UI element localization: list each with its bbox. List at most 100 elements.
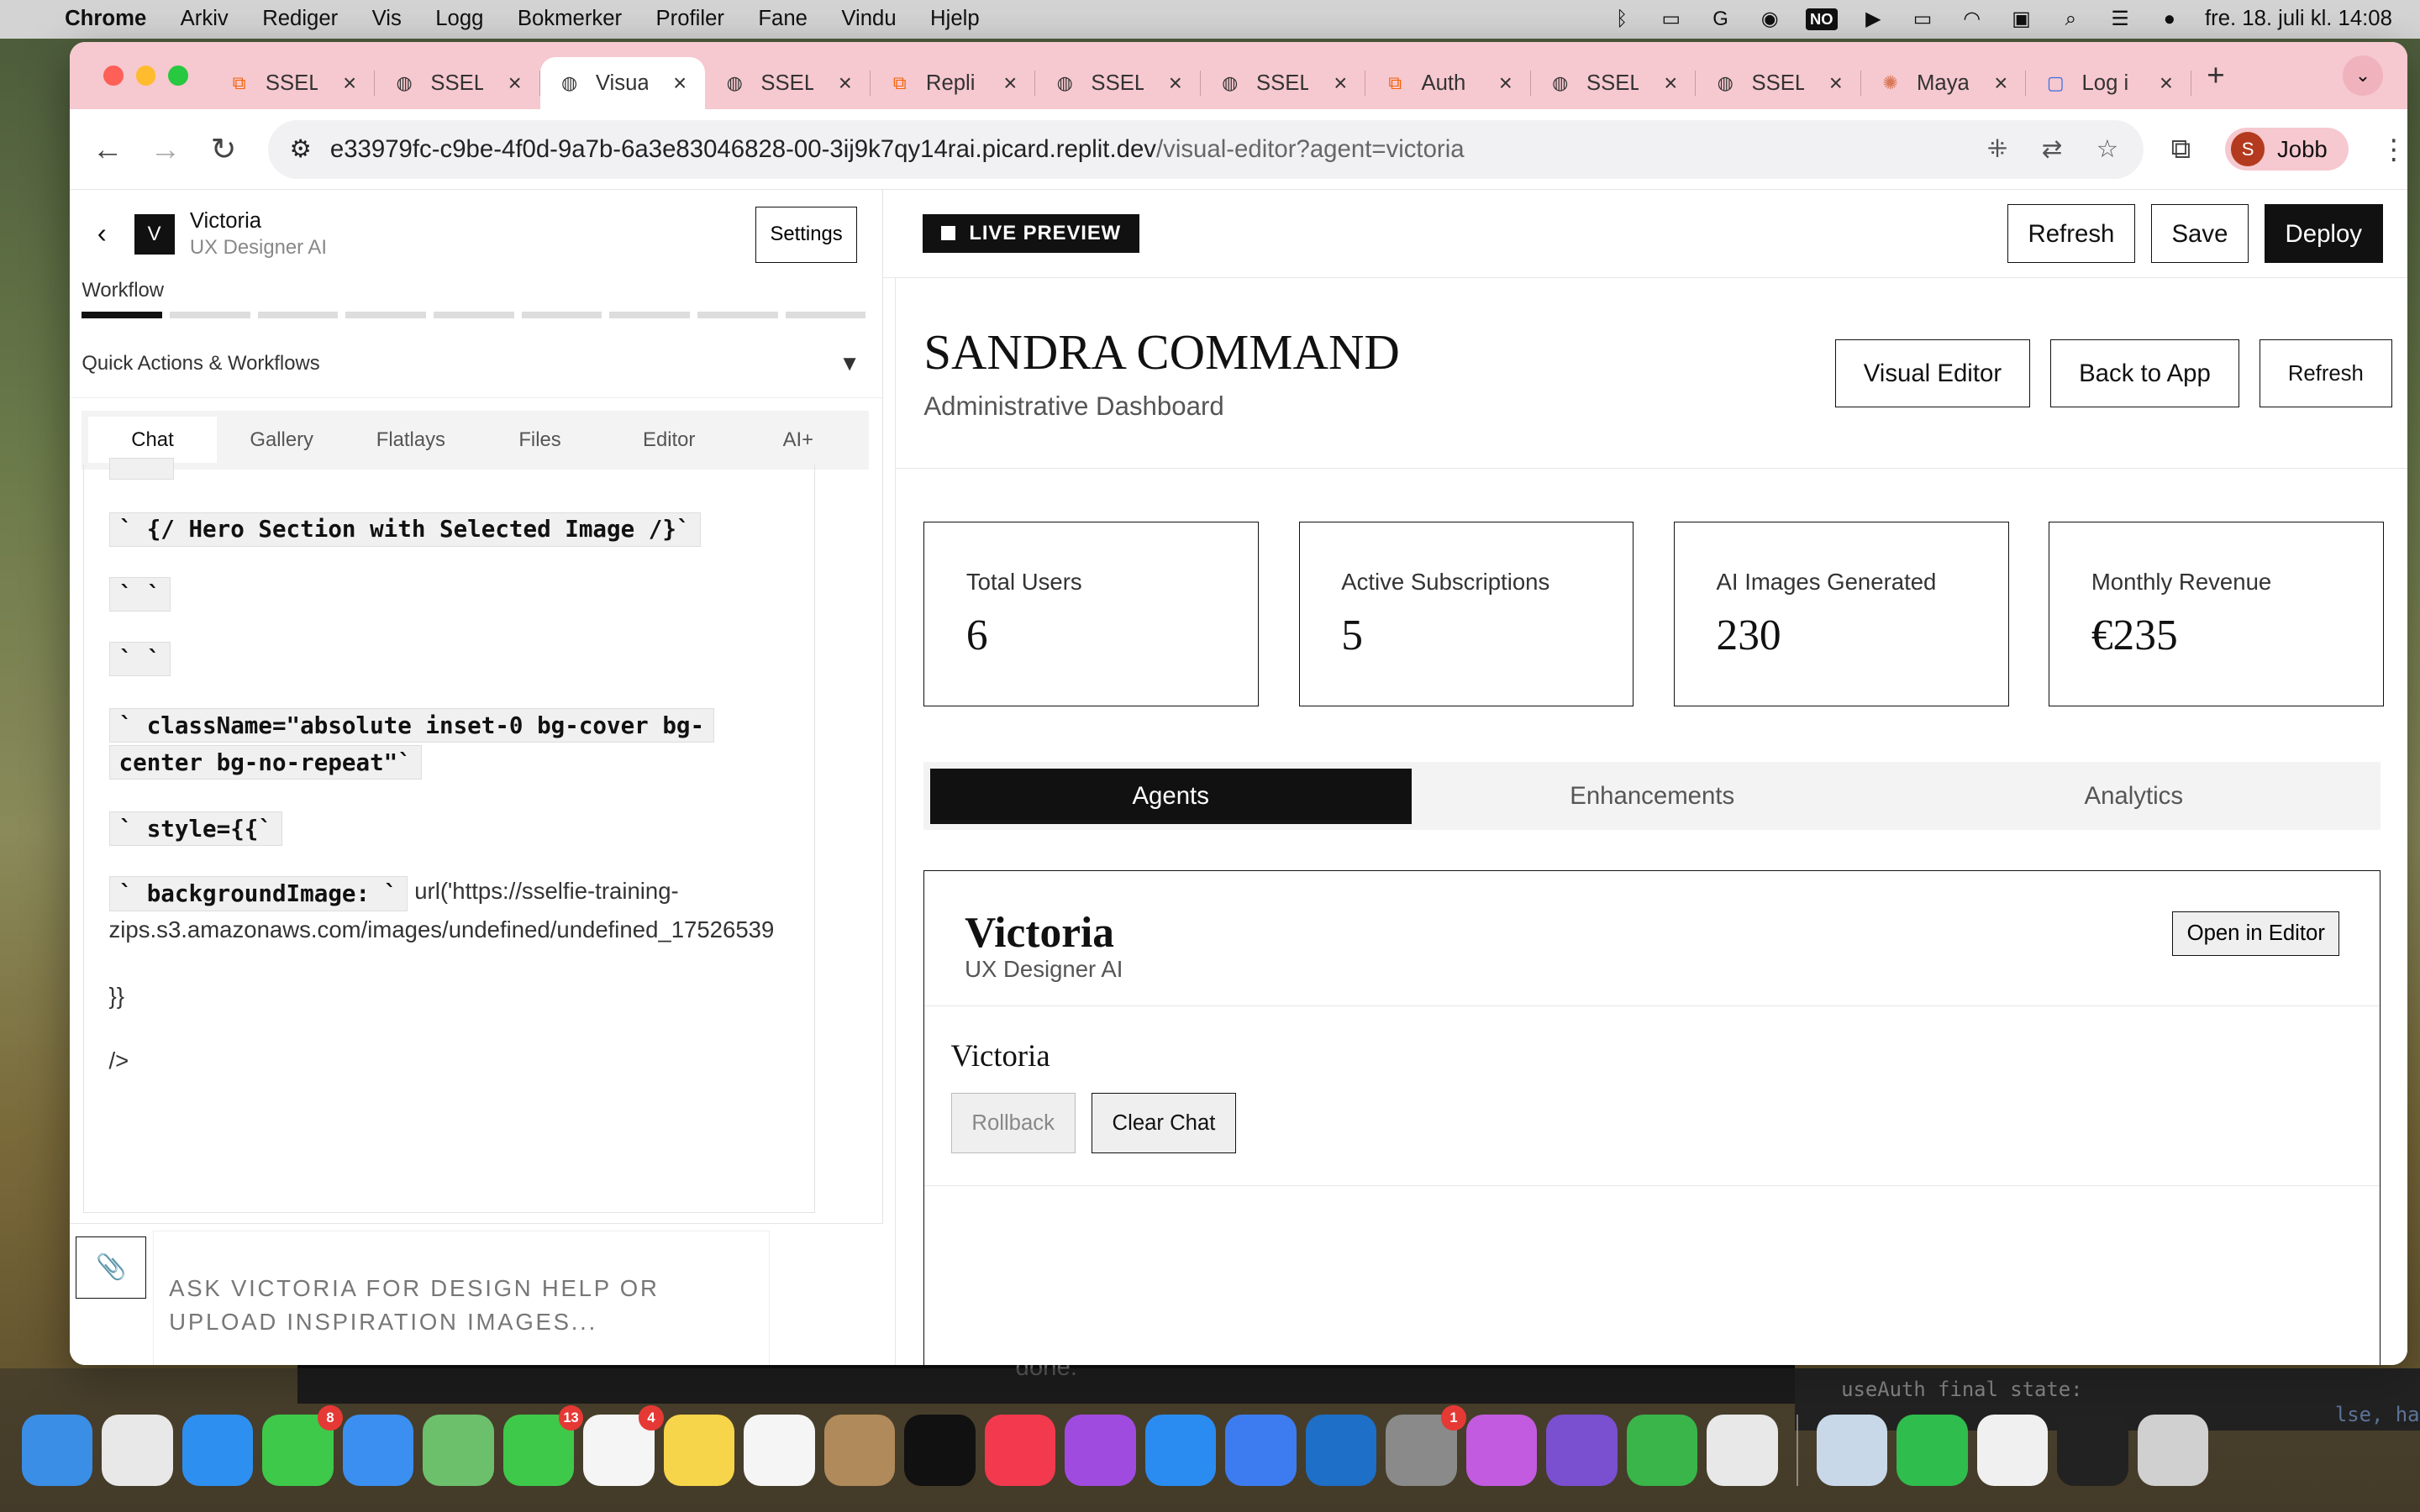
tab-editor[interactable]: Editor xyxy=(604,417,734,463)
battery-icon[interactable]: ▭ xyxy=(1909,8,1937,30)
menu-item[interactable]: Profiler xyxy=(656,7,724,31)
bookmark-star-icon[interactable]: ☆ xyxy=(2096,134,2118,164)
cast-icon[interactable]: ▭ xyxy=(1657,8,1685,30)
close-tab-icon[interactable]: × xyxy=(673,70,687,97)
forward-arrow-icon[interactable]: → xyxy=(137,132,195,167)
menu-item[interactable]: Vis xyxy=(372,7,402,31)
tab-search-icon[interactable]: ⌄ xyxy=(2343,55,2383,96)
minimize-window-icon[interactable] xyxy=(135,66,156,86)
close-tab-icon[interactable]: × xyxy=(839,70,852,97)
browser-tab[interactable]: ✺ Maya × xyxy=(1861,57,2027,109)
menu-item[interactable]: Rediger xyxy=(262,7,338,31)
tab-flatlays[interactable]: Flatlays xyxy=(346,417,476,463)
tab-ai-plus[interactable]: AI+ xyxy=(734,417,863,463)
dropdown-arrow-icon[interactable]: ▼ xyxy=(839,352,860,376)
menu-item[interactable]: Logg xyxy=(435,7,483,31)
url-text[interactable]: e33979fc-c9be-4f0d-9a7b-6a3e83046828-00-… xyxy=(330,135,1465,164)
extensions-icon[interactable]: ⧉ xyxy=(2171,134,2191,165)
browser-tab[interactable]: ⧉ SSEL × xyxy=(210,57,376,109)
zoom-window-icon[interactable] xyxy=(168,66,189,86)
podcasts-icon[interactable] xyxy=(1065,1415,1136,1486)
dashboard-refresh-button[interactable]: Refresh xyxy=(2259,339,2392,407)
clear-chat-button[interactable]: Clear Chat xyxy=(1091,1093,1237,1153)
workflow-step[interactable] xyxy=(521,312,602,318)
tab-files[interactable]: Files xyxy=(476,417,605,463)
workflow-step[interactable] xyxy=(785,312,866,318)
profile-button[interactable]: S Jobb xyxy=(2224,127,2349,171)
menu-app-name[interactable]: Chrome xyxy=(65,7,146,31)
deploy-button[interactable]: Deploy xyxy=(2264,203,2383,263)
address-bar[interactable]: ⚙ e33979fc-c9be-4f0d-9a7b-6a3e83046828-0… xyxy=(267,119,2144,179)
chat-messages[interactable]: ` {/ Hero Section with Selected Image /}… xyxy=(83,458,815,1213)
browser-tab[interactable]: ◍ SSEL × xyxy=(1531,57,1697,109)
close-window-icon[interactable] xyxy=(103,66,124,86)
preview-icon[interactable] xyxy=(1816,1415,1888,1486)
close-tab-icon[interactable]: × xyxy=(1994,70,2007,97)
menu-item[interactable]: Bokmerker xyxy=(518,7,622,31)
close-tab-icon[interactable]: × xyxy=(1003,70,1017,97)
input-source-icon[interactable]: NO xyxy=(1805,8,1839,30)
refresh-button[interactable]: Refresh xyxy=(2007,203,2136,263)
reload-icon[interactable]: ↻ xyxy=(195,131,253,167)
freeform-icon[interactable] xyxy=(744,1415,815,1486)
browser-tab[interactable]: ◍ SSEL × xyxy=(1696,57,1861,109)
close-tab-icon[interactable]: × xyxy=(508,70,522,97)
safari-icon[interactable] xyxy=(182,1415,254,1486)
workflow-step[interactable] xyxy=(434,312,514,318)
rollback-button[interactable]: Rollback xyxy=(950,1093,1076,1153)
accessibility-icon[interactable]: ◉ xyxy=(1756,8,1784,30)
close-tab-icon[interactable]: × xyxy=(1334,70,1347,97)
tab-gallery[interactable]: Gallery xyxy=(217,417,346,463)
control-center-icon[interactable]: ☰ xyxy=(2107,8,2134,30)
trash-icon[interactable] xyxy=(2137,1415,2209,1486)
reminders-icon[interactable]: 4 xyxy=(583,1405,664,1486)
workflow-step[interactable] xyxy=(609,312,690,318)
browser-tab[interactable]: ◍ SSEL × xyxy=(1035,57,1201,109)
browser-tab[interactable]: ⧉ Repli × xyxy=(871,57,1036,109)
messages-icon[interactable]: 8 xyxy=(262,1405,343,1486)
close-tab-icon[interactable]: × xyxy=(1169,70,1182,97)
menu-item[interactable]: Fane xyxy=(758,7,808,31)
grammarly-icon[interactable]: G xyxy=(1707,8,1734,30)
workflow-step[interactable] xyxy=(345,312,426,318)
workflow-step[interactable] xyxy=(257,312,339,318)
tab-analytics[interactable]: Analytics xyxy=(1893,769,2375,824)
siri-icon[interactable]: ● xyxy=(2155,8,2183,30)
close-tab-icon[interactable]: × xyxy=(1664,70,1677,97)
whatsapp-icon[interactable] xyxy=(1897,1415,1968,1486)
site-permissions-icon[interactable]: ⁜ xyxy=(1987,134,2008,164)
appletv-icon[interactable] xyxy=(904,1415,976,1486)
play-icon[interactable]: ▶ xyxy=(1860,8,1887,30)
workflow-step[interactable] xyxy=(697,312,778,318)
browser-tab[interactable]: ▢ Log i × xyxy=(2026,57,2191,109)
save-button[interactable]: Save xyxy=(2150,203,2249,263)
tab-enhancements[interactable]: Enhancements xyxy=(1412,769,1893,824)
numbers-icon[interactable] xyxy=(1626,1415,1698,1486)
screen-mirror-icon[interactable]: ▣ xyxy=(2007,8,2035,30)
back-to-app-button[interactable]: Back to App xyxy=(2050,339,2239,407)
menu-item[interactable]: Vindu xyxy=(841,7,896,31)
workflow-step[interactable] xyxy=(82,312,162,318)
maps-icon[interactable] xyxy=(423,1415,494,1486)
back-chevron-icon[interactable]: ‹ xyxy=(97,218,107,250)
bluetooth-icon[interactable]: ᛒ xyxy=(1608,8,1636,30)
more-options-icon[interactable]: ⋮ xyxy=(2380,133,2407,166)
launchpad-icon[interactable] xyxy=(102,1415,173,1486)
perplexity-icon[interactable] xyxy=(2057,1415,2128,1486)
menubar-clock[interactable]: fre. 18. juli kl. 14:08 xyxy=(2205,7,2392,31)
wifi-icon[interactable]: ◠ xyxy=(1958,8,1986,30)
new-tab-button[interactable]: + xyxy=(2207,58,2224,93)
close-tab-icon[interactable]: × xyxy=(343,70,356,97)
attach-paperclip-icon[interactable]: 📎 xyxy=(75,1236,147,1299)
settings-button[interactable]: Settings xyxy=(755,206,858,263)
menu-item[interactable]: Hjelp xyxy=(930,7,980,31)
github-icon[interactable] xyxy=(1546,1415,1618,1486)
browser-tab[interactable]: ◍ SSEL × xyxy=(1201,57,1366,109)
spotlight-search-icon[interactable]: ⌕ xyxy=(2057,8,2085,30)
music-icon[interactable] xyxy=(984,1415,1056,1486)
chat-input[interactable]: ASK VICTORIA FOR DESIGN HELP OR UPLOAD I… xyxy=(152,1230,771,1366)
visual-editor-button[interactable]: Visual Editor xyxy=(1834,339,2031,407)
site-info-icon[interactable]: ⚙ xyxy=(289,134,311,164)
open-in-editor-button[interactable]: Open in Editor xyxy=(2172,911,2340,956)
photos-icon[interactable] xyxy=(1976,1415,2049,1486)
